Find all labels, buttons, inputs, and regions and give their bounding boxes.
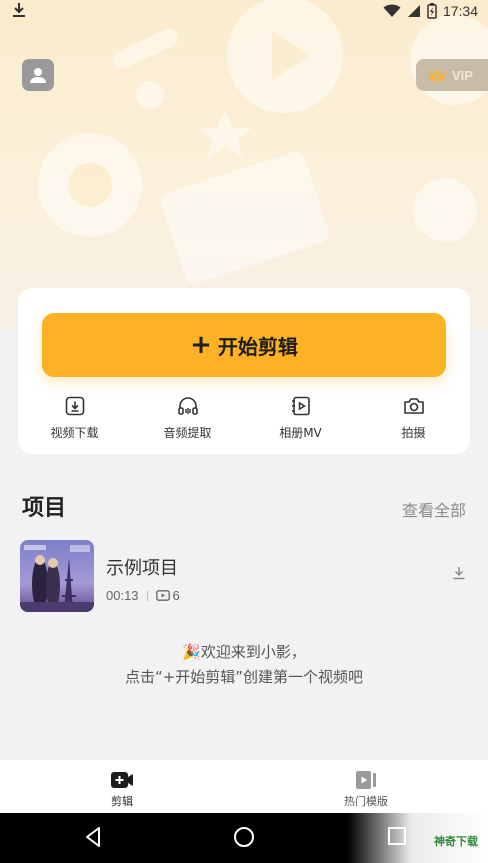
headphones-icon xyxy=(177,397,198,415)
projects-title: 项目 xyxy=(22,496,67,521)
download-icon[interactable] xyxy=(452,566,466,580)
vip-button[interactable]: VIP xyxy=(416,59,488,91)
welcome-line-2: 点击“+开始剪辑”创建第一个视频吧 xyxy=(124,668,364,686)
camera-icon xyxy=(403,398,424,414)
start-editing-button[interactable]: + 开始剪辑 xyxy=(42,313,446,377)
status-time: 17:34 xyxy=(442,3,478,19)
bottom-nav: 剪辑 热门模版 xyxy=(0,760,488,813)
home-icon[interactable] xyxy=(233,826,255,848)
project-thumbnail xyxy=(20,540,94,612)
project-meta: 00:13 6 xyxy=(106,588,180,603)
hero-background xyxy=(0,0,488,330)
tool-label: 相册MV xyxy=(279,426,322,440)
plus-icon: + xyxy=(190,330,212,360)
tool-label: 音频提取 xyxy=(163,426,212,440)
tool-label: 拍摄 xyxy=(401,426,426,440)
clip-icon xyxy=(155,590,170,601)
tool-label: 视频下载 xyxy=(50,426,99,440)
nav-label: 热门模版 xyxy=(344,795,388,808)
back-icon[interactable] xyxy=(84,826,102,848)
profile-button[interactable] xyxy=(22,59,54,91)
signal-icon xyxy=(407,5,420,17)
battery-icon xyxy=(427,3,437,19)
download-icon xyxy=(12,2,26,22)
video-add-icon xyxy=(111,772,133,788)
video-download-icon xyxy=(65,396,84,416)
project-name: 示例项目 xyxy=(106,558,178,579)
start-editing-label: 开始剪辑 xyxy=(217,334,298,359)
view-all-link[interactable]: 查看全部 xyxy=(402,497,466,521)
tool-album-mv[interactable]: 相册MV xyxy=(244,394,357,444)
album-mv-icon xyxy=(291,396,310,416)
meta-divider xyxy=(146,590,148,601)
template-icon xyxy=(356,771,376,789)
project-duration: 00:13 xyxy=(106,588,139,603)
crown-icon xyxy=(429,69,445,81)
user-icon xyxy=(30,68,46,83)
nav-label: 剪辑 xyxy=(111,795,133,808)
tool-audio-extract[interactable]: 音频提取 xyxy=(131,394,244,444)
status-icons: 17:34 xyxy=(383,3,478,19)
welcome-message: 🎉欢迎来到小影， 点击“+开始剪辑”创建第一个视频吧 xyxy=(0,640,488,690)
project-item[interactable]: 示例项目 00:13 6 xyxy=(20,540,470,614)
tool-video-download[interactable]: 视频下载 xyxy=(18,394,131,444)
main-card: + 开始剪辑 视频下载 音频提取 相册MV 拍摄 xyxy=(18,288,470,454)
project-clip-count: 6 xyxy=(172,588,180,603)
wifi-icon xyxy=(383,4,401,17)
vip-label: VIP xyxy=(452,67,473,83)
nav-templates[interactable]: 热门模版 xyxy=(244,760,488,813)
tool-camera[interactable]: 拍摄 xyxy=(357,394,470,444)
nav-edit[interactable]: 剪辑 xyxy=(0,760,244,813)
watermark: 神奇下载 xyxy=(348,813,488,863)
status-bar: 17:34 xyxy=(0,0,488,24)
watermark-text: 神奇下载 xyxy=(434,835,478,848)
welcome-line-1: 🎉欢迎来到小影， xyxy=(182,643,306,661)
tool-row: 视频下载 音频提取 相册MV 拍摄 xyxy=(18,394,470,444)
decorative-pattern xyxy=(38,0,488,284)
